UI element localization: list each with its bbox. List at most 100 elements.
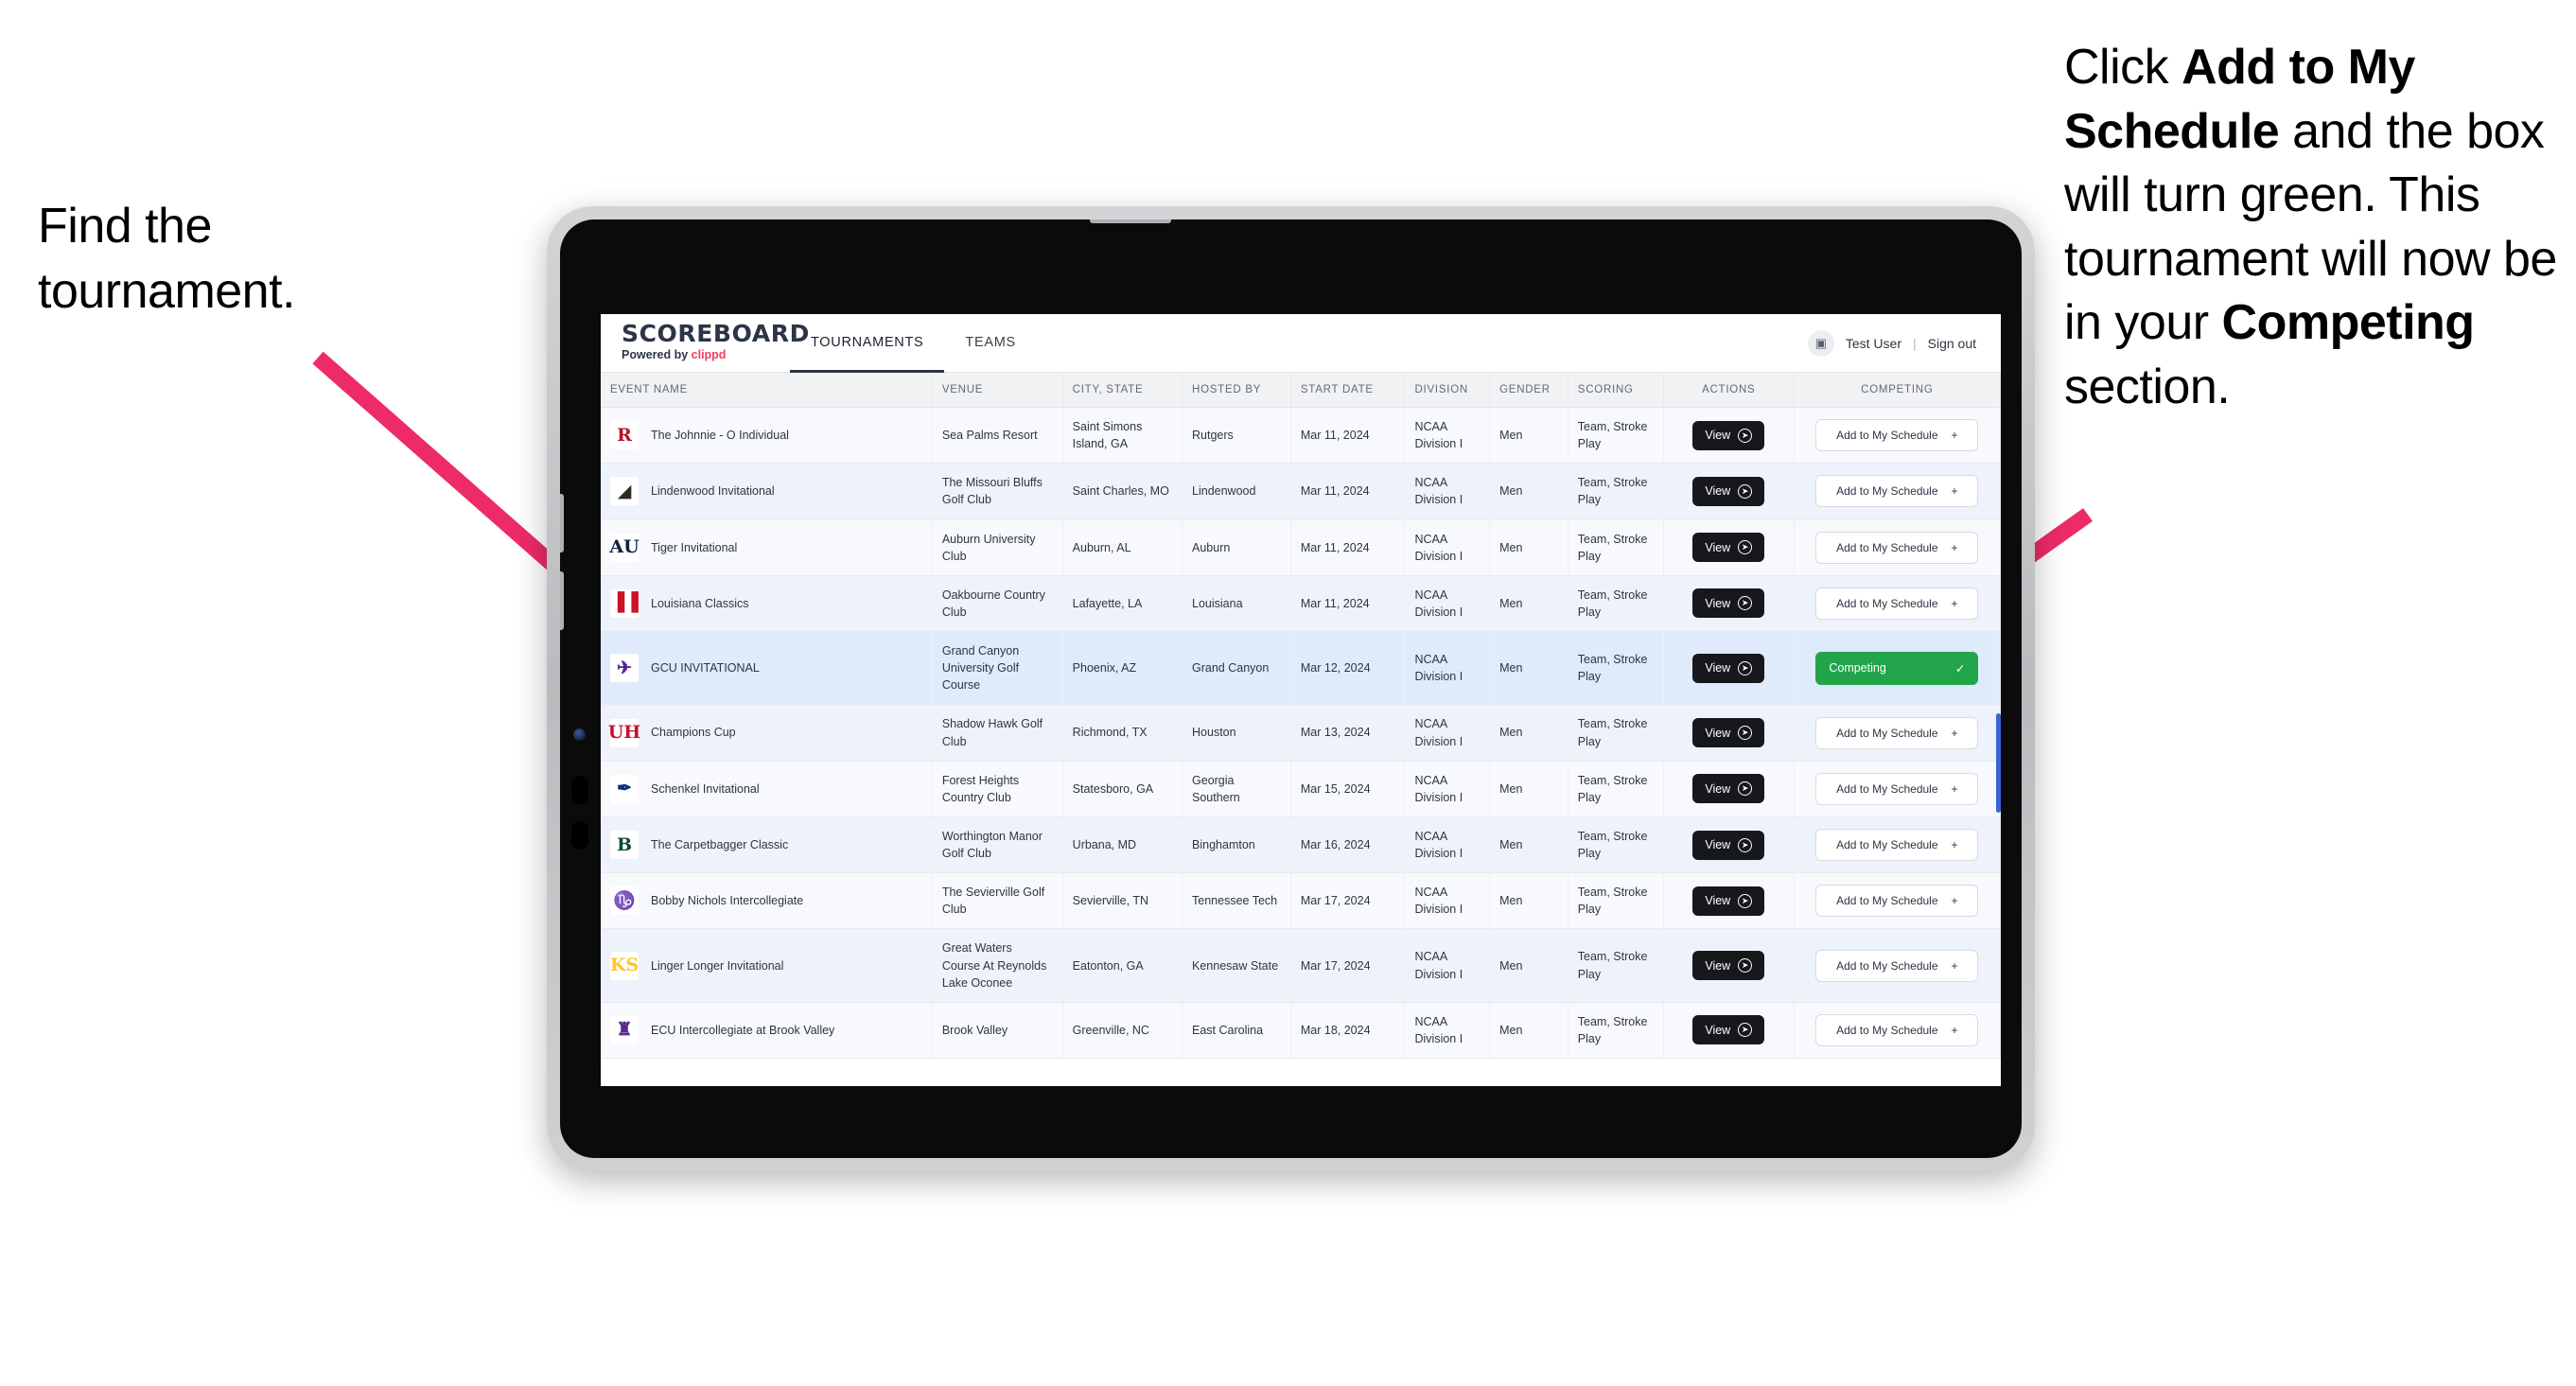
cell-scoring: Team, Stroke Play: [1568, 1002, 1664, 1060]
view-button[interactable]: View ➤: [1692, 476, 1765, 506]
add-to-my-schedule-button[interactable]: Add to My Schedule +: [1815, 419, 1979, 452]
add-to-my-schedule-button[interactable]: Add to My Schedule +: [1815, 587, 1979, 620]
tab-tournaments[interactable]: TOURNAMENTS: [790, 314, 945, 373]
add-to-my-schedule-button[interactable]: Add to My Schedule +: [1815, 772, 1979, 805]
cell-hosted-by: Houston: [1182, 704, 1291, 762]
cell-venue: Oakbourne Country Club: [932, 575, 1063, 633]
add-to-my-schedule-button[interactable]: Add to My Schedule +: [1815, 531, 1979, 564]
plus-icon: +: [1951, 726, 1958, 740]
table-row[interactable]: ▐▐ Louisiana Classics Oakbourne Country Cl…: [601, 575, 2001, 633]
view-button[interactable]: View ➤: [1692, 830, 1765, 860]
cell-actions: View ➤: [1663, 761, 1795, 817]
power-button[interactable]: [1090, 219, 1171, 223]
cell-division: NCAA Division I: [1404, 519, 1491, 576]
cell-hosted-by: Louisiana: [1182, 575, 1291, 633]
volume-down-button[interactable]: [560, 571, 564, 630]
table-row[interactable]: ♜ ECU Intercollegiate at Brook Valley Broo…: [601, 1002, 2001, 1060]
table-row[interactable]: ♑ Bobby Nichols Intercollegiate The Sevier…: [601, 872, 2001, 930]
cell-division: NCAA Division I: [1404, 407, 1491, 465]
add-to-my-schedule-label: Add to My Schedule: [1836, 781, 1938, 796]
view-button-label: View: [1705, 958, 1731, 973]
cell-division: NCAA Division I: [1404, 761, 1491, 817]
plus-icon: +: [1951, 958, 1958, 973]
user-name: Test User: [1845, 335, 1901, 351]
vertical-scrollbar[interactable]: [1996, 713, 2001, 813]
table-row[interactable]: KS Linger Longer Invitational Great Waters…: [601, 928, 2001, 1003]
event-name-label: Bobby Nichols Intercollegiate: [651, 894, 804, 908]
brand-subtitle: Powered by clippd: [622, 348, 790, 361]
table-row[interactable]: ✈ GCU INVITATIONAL Grand Canyon University…: [601, 631, 2001, 706]
view-button[interactable]: View ➤: [1692, 420, 1765, 450]
volume-up-button[interactable]: [560, 494, 564, 553]
event-name-label: Tiger Invitational: [651, 540, 738, 554]
cell-gender: Men: [1489, 928, 1568, 1003]
table-row[interactable]: ✒ Schenkel Invitational Forest Heights Cou…: [601, 761, 2001, 817]
view-button[interactable]: View ➤: [1692, 951, 1765, 981]
table-row[interactable]: R The Johnnie - O Individual Sea Palms Res…: [601, 407, 2001, 465]
view-button[interactable]: View ➤: [1692, 886, 1765, 916]
table-row[interactable]: AU Tiger Invitational Auburn University Cl…: [601, 519, 2001, 576]
cell-scoring: Team, Stroke Play: [1568, 872, 1664, 930]
view-button[interactable]: View ➤: [1692, 1015, 1765, 1045]
cell-actions: View ➤: [1663, 928, 1795, 1003]
table-row[interactable]: ◢ Lindenwood Invitational The Missouri Blu…: [601, 463, 2001, 520]
col-gender[interactable]: GENDER: [1489, 373, 1568, 408]
competing-button-label: Competing: [1829, 661, 1886, 675]
add-to-my-schedule-button[interactable]: Add to My Schedule +: [1815, 716, 1979, 749]
col-event-name[interactable]: EVENT NAME: [601, 373, 933, 408]
page-root: Find the tournament. Click Add to My Sch…: [0, 0, 2576, 1386]
add-to-my-schedule-button[interactable]: Add to My Schedule +: [1815, 475, 1979, 508]
cell-actions: View ➤: [1663, 872, 1795, 930]
add-to-my-schedule-button[interactable]: Add to My Schedule +: [1815, 829, 1979, 861]
cell-event-name: ♜ ECU Intercollegiate at Brook Valley: [601, 1002, 933, 1060]
cell-event-name: KS Linger Longer Invitational: [601, 928, 933, 1003]
cell-hosted-by: Tennessee Tech: [1182, 872, 1291, 930]
table-row[interactable]: B The Carpetbagger Classic Worthington Man…: [601, 816, 2001, 874]
add-to-my-schedule-label: Add to My Schedule: [1836, 596, 1938, 610]
tablet-device: SCOREBOARD Powered by clippd TOURNAMENTS…: [547, 206, 2035, 1171]
view-button[interactable]: View ➤: [1692, 588, 1765, 619]
cell-actions: View ➤: [1663, 575, 1795, 633]
col-start-date[interactable]: START DATE: [1290, 373, 1406, 408]
cell-gender: Men: [1489, 407, 1568, 465]
competing-button[interactable]: Competing ✓: [1815, 651, 1979, 685]
cell-competing: Add to My Schedule +: [1794, 816, 2001, 874]
tab-teams[interactable]: TEAMS: [944, 314, 1036, 373]
view-button[interactable]: View ➤: [1692, 653, 1765, 683]
col-hosted-by[interactable]: HOSTED BY: [1182, 373, 1291, 408]
table-row[interactable]: UH Champions Cup Shadow Hawk Golf Club Rich…: [601, 704, 2001, 762]
add-to-my-schedule-button[interactable]: Add to My Schedule +: [1815, 885, 1979, 918]
col-venue[interactable]: VENUE: [932, 373, 1063, 408]
app-header: SCOREBOARD Powered by clippd TOURNAMENTS…: [601, 314, 2001, 373]
avatar[interactable]: ▣: [1807, 329, 1834, 357]
view-button[interactable]: View ➤: [1692, 774, 1765, 804]
cell-venue: Brook Valley: [932, 1002, 1063, 1060]
team-logo-icon: ◢: [610, 477, 639, 506]
plus-icon: +: [1951, 429, 1958, 443]
col-division[interactable]: DIVISION: [1404, 373, 1491, 408]
view-button[interactable]: View ➤: [1692, 718, 1765, 747]
arrow-right-circle-icon: ➤: [1738, 958, 1753, 974]
table-body: R The Johnnie - O Individual Sea Palms Res…: [601, 407, 2001, 1060]
cell-hosted-by: Georgia Southern: [1182, 761, 1291, 817]
sign-out-link[interactable]: Sign out: [1928, 336, 1976, 351]
cell-gender: Men: [1489, 631, 1568, 706]
col-city-state[interactable]: CITY, STATE: [1062, 373, 1183, 408]
plus-icon: +: [1951, 781, 1958, 796]
view-button-label: View: [1705, 781, 1731, 796]
cell-venue: Grand Canyon University Golf Course: [932, 631, 1063, 706]
view-button[interactable]: View ➤: [1692, 533, 1765, 563]
cell-division: NCAA Division I: [1404, 575, 1491, 633]
powered-by-text: Powered by: [622, 348, 692, 361]
cell-division: NCAA Division I: [1404, 928, 1491, 1003]
cell-city-state: Phoenix, AZ: [1062, 631, 1183, 706]
add-to-my-schedule-button[interactable]: Add to My Schedule +: [1815, 949, 1979, 982]
cell-start-date: Mar 17, 2024: [1290, 872, 1406, 930]
cell-event-name: B The Carpetbagger Classic: [601, 816, 933, 874]
add-to-my-schedule-button[interactable]: Add to My Schedule +: [1815, 1013, 1979, 1046]
col-scoring[interactable]: SCORING: [1568, 373, 1664, 408]
event-name-label: Champions Cup: [651, 726, 736, 740]
cell-scoring: Team, Stroke Play: [1568, 704, 1664, 762]
cell-city-state: Eatonton, GA: [1062, 928, 1183, 1003]
cell-hosted-by: Lindenwood: [1182, 463, 1291, 520]
